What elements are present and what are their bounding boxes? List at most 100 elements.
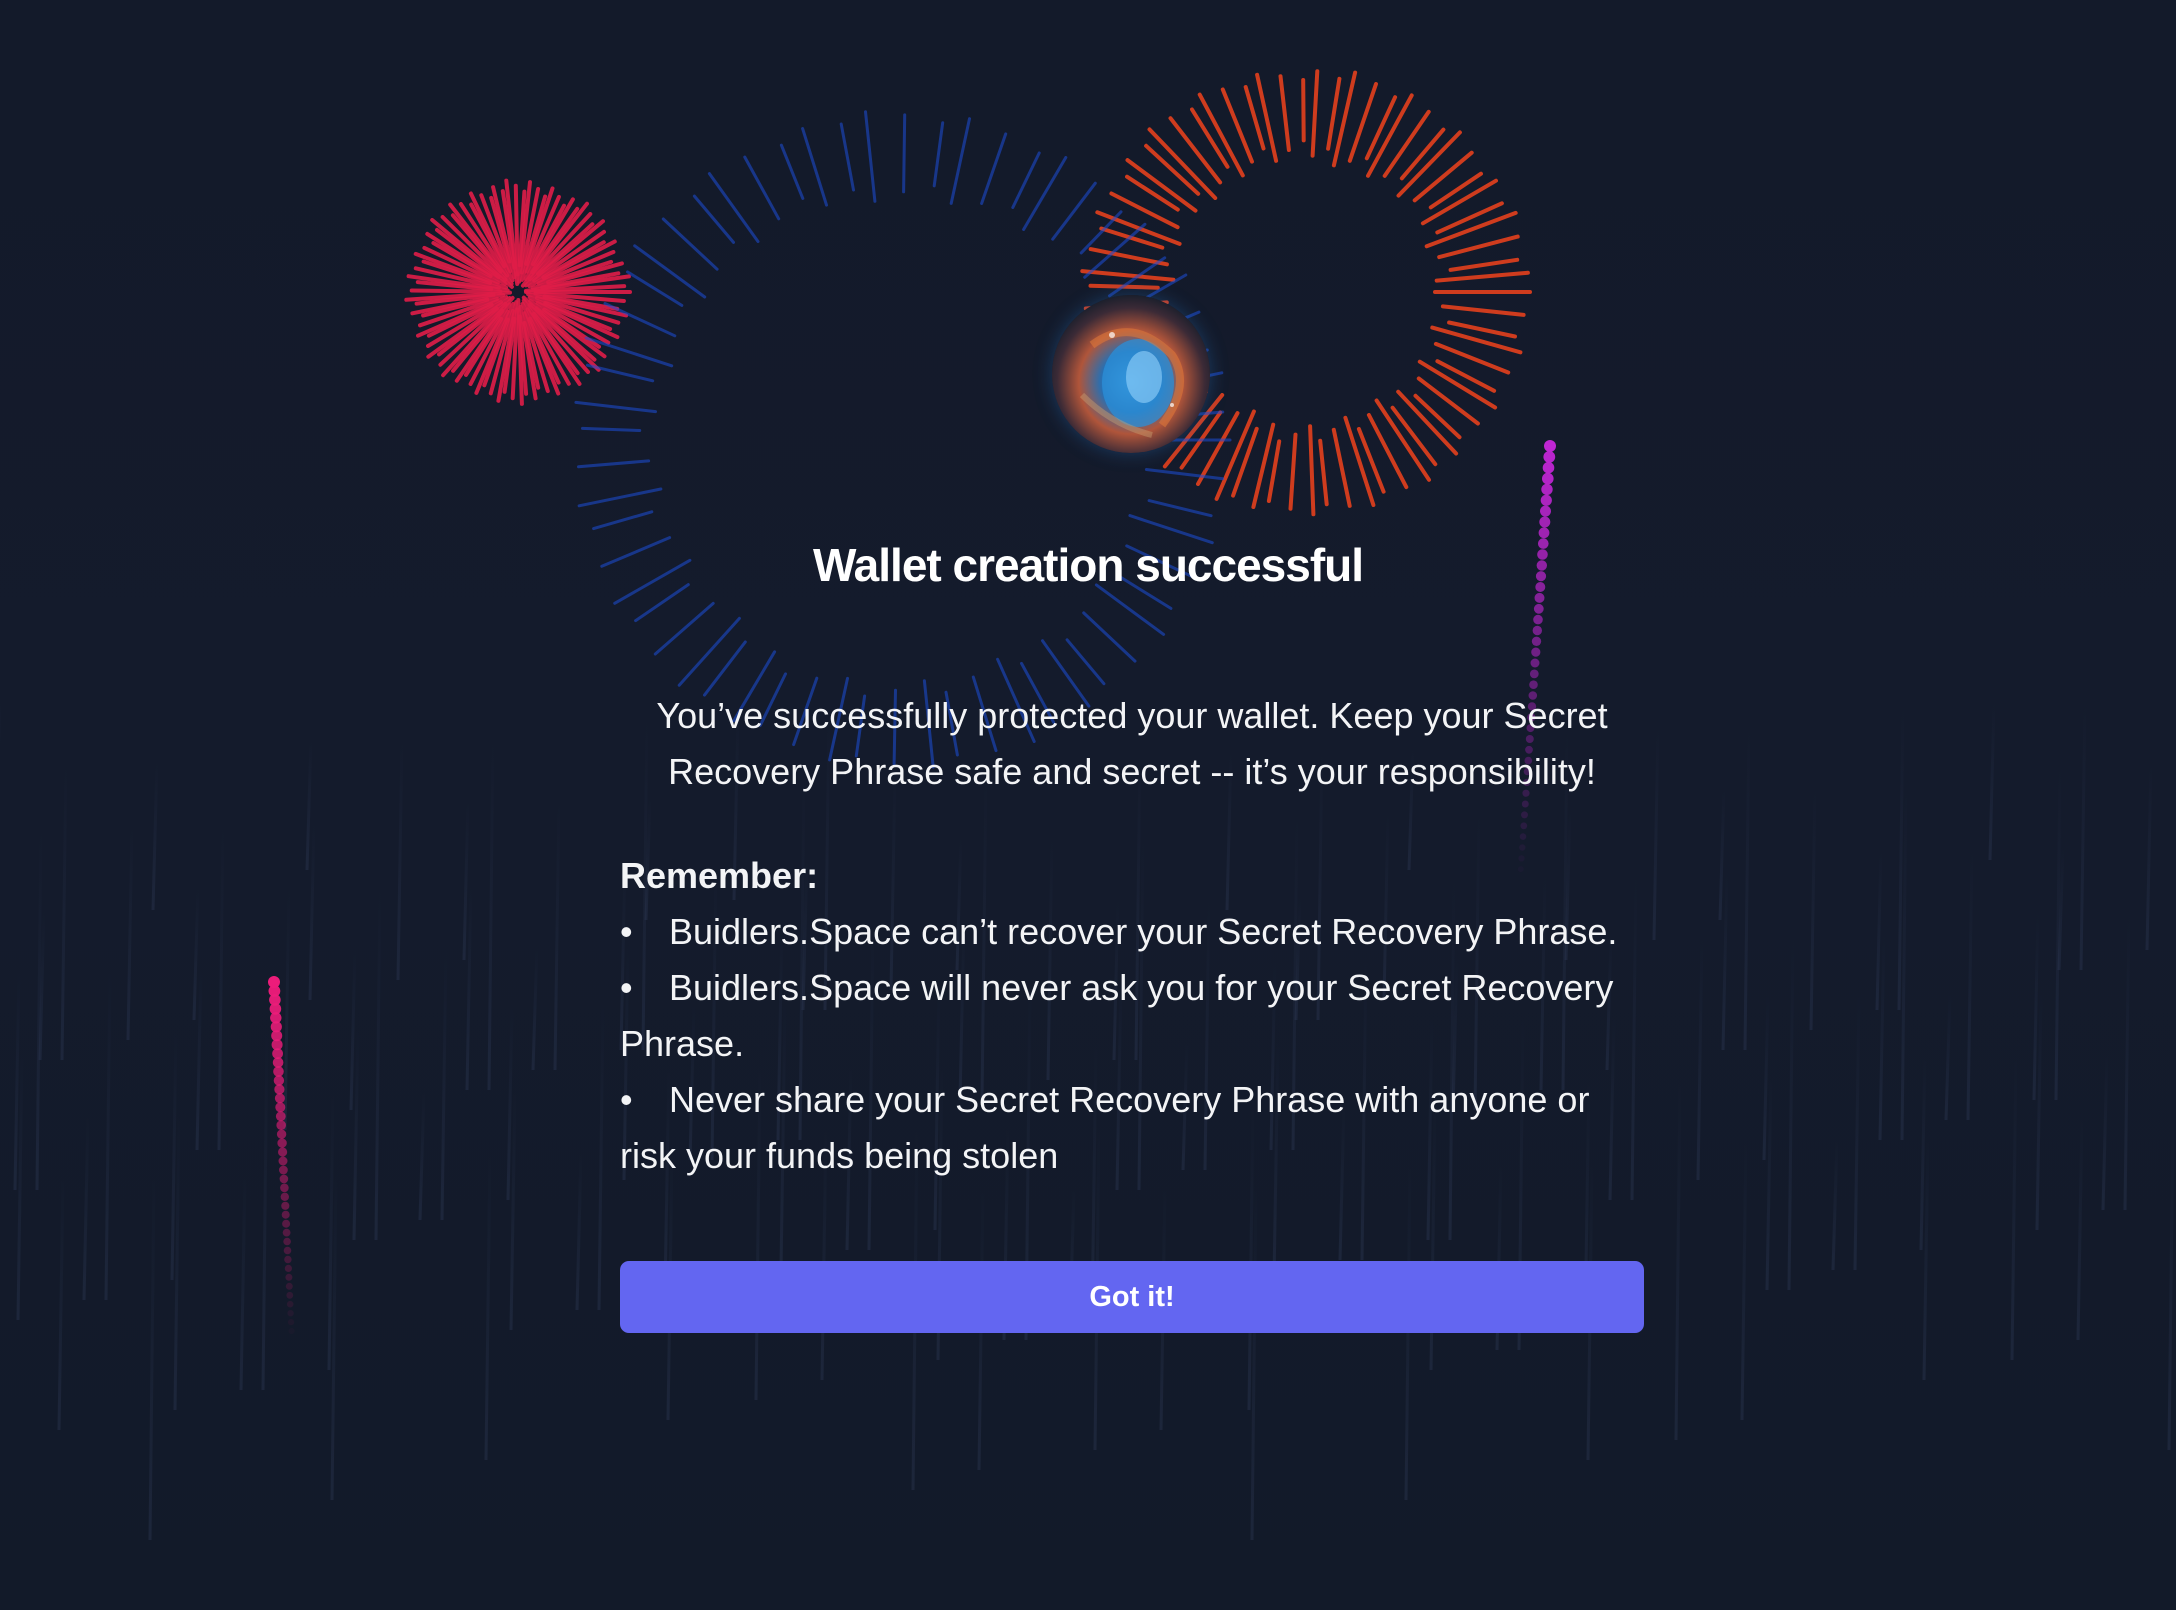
bullet-icon: • (620, 967, 633, 1008)
firework-spark (743, 155, 781, 221)
falling-streak (1696, 933, 1704, 1181)
trail-dot (286, 1300, 294, 1308)
falling-streak (2101, 1054, 2109, 1211)
falling-streak (305, 738, 313, 871)
firework-spark (932, 121, 945, 188)
trail-dot (1530, 658, 1540, 668)
trail-dot (1540, 505, 1551, 517)
trail-dot (277, 1138, 287, 1148)
falling-streak (1404, 1165, 1412, 1501)
firework-spark (1318, 438, 1329, 507)
falling-streak (462, 799, 470, 961)
firework-spark (902, 113, 907, 194)
trail-dot (289, 1328, 295, 1334)
firework-spark (1301, 78, 1306, 143)
bullet-icon: • (620, 911, 633, 952)
trail-dot (276, 1129, 287, 1139)
firework-spark (1437, 234, 1520, 260)
success-message: You’ve successfully protected your walle… (620, 688, 1644, 1184)
got-it-button[interactable]: Got it! (620, 1261, 1644, 1333)
firework-spark (1099, 226, 1165, 250)
firework-spark (1448, 257, 1520, 272)
list-item-text: Buidlers.Space will never ask you for yo… (620, 967, 1614, 1064)
firework-spark (1144, 468, 1225, 481)
trail-dot (1542, 461, 1555, 474)
falling-streak (35, 824, 43, 1191)
falling-streak (308, 821, 316, 1001)
list-item-text: Buidlers.Space can’t recover your Secret… (669, 911, 1618, 952)
falling-streak (575, 1152, 583, 1311)
falling-streak (465, 882, 473, 1091)
wallet-success-page: Wallet creation successful You’ve succes… (0, 0, 2176, 1610)
trail-dot (1542, 472, 1554, 485)
falling-streak (2167, 1116, 2175, 1451)
trail-dot (276, 1120, 287, 1130)
firework-spark (1278, 74, 1291, 152)
falling-streak (349, 946, 357, 1111)
falling-streak (484, 1153, 492, 1461)
falling-streak (374, 883, 382, 1241)
falling-streak (195, 968, 203, 1151)
firework-spark (585, 363, 655, 383)
trail-dot (284, 1255, 292, 1264)
trail-dot (282, 1228, 291, 1237)
firework-spark (1082, 611, 1137, 663)
falling-streak (1988, 701, 1996, 861)
firework-spark (592, 510, 654, 531)
trail-dot (280, 1192, 289, 1202)
trail-dot (281, 1201, 290, 1210)
falling-streak (597, 1006, 605, 1311)
firework-spark (1440, 304, 1526, 317)
remember-heading: Remember: (620, 855, 819, 896)
falling-streak (1966, 847, 1974, 1121)
falling-streak (192, 885, 200, 1021)
trail-dot (1531, 647, 1541, 657)
firework-spark (1147, 499, 1213, 518)
firework-spark (1310, 69, 1320, 158)
falling-streak (330, 1175, 338, 1501)
falling-streak (2079, 700, 2087, 971)
falling-streak (2054, 763, 2062, 1101)
falling-streak (261, 1030, 269, 1391)
firework-spark (707, 172, 760, 243)
falling-streak (1740, 1141, 1748, 1421)
firework-spark (1434, 270, 1530, 283)
firework-spark (801, 127, 828, 207)
firework-spark (577, 459, 651, 469)
trail-dot (1538, 527, 1550, 539)
firework-spark (626, 270, 684, 307)
falling-streak (2145, 762, 2153, 951)
firework-spark (581, 426, 642, 432)
nebula-avatar-image (1052, 295, 1210, 453)
falling-streak (1919, 1056, 1927, 1251)
trail-dot (274, 1084, 285, 1095)
trail-dot (279, 1165, 288, 1175)
firework-spark (1366, 413, 1409, 490)
firework-spark (864, 110, 877, 203)
falling-streak (2010, 1055, 2018, 1361)
list-item: • Buidlers.Space can’t recover your Secre… (620, 904, 1644, 960)
falling-streak (60, 761, 68, 1061)
firework-spark (1080, 269, 1176, 282)
trail-dot (278, 1156, 288, 1166)
firework-spark (839, 122, 855, 192)
list-item-text: Never share your Secret Recovery Phrase … (620, 1079, 1590, 1176)
firework-spark (677, 616, 741, 687)
firework-spark (574, 400, 657, 414)
falling-streak (1853, 994, 1861, 1271)
falling-streak (1878, 931, 1886, 1141)
trail-dot (1533, 603, 1544, 614)
firework-spark (577, 487, 663, 508)
firework-spark (1374, 398, 1431, 482)
trail-dot (286, 1291, 294, 1299)
firework-spark (1412, 150, 1474, 203)
firework-spark (1288, 432, 1298, 511)
falling-streak (104, 969, 112, 1301)
trail-dot (273, 1075, 285, 1086)
falling-streak (148, 1177, 156, 1541)
firework-spark (513, 183, 520, 277)
falling-streak (1721, 870, 1729, 1051)
falling-streak (1875, 848, 1883, 1011)
falling-streak (1809, 786, 1817, 1031)
page-title: Wallet creation successful (812, 539, 1364, 591)
